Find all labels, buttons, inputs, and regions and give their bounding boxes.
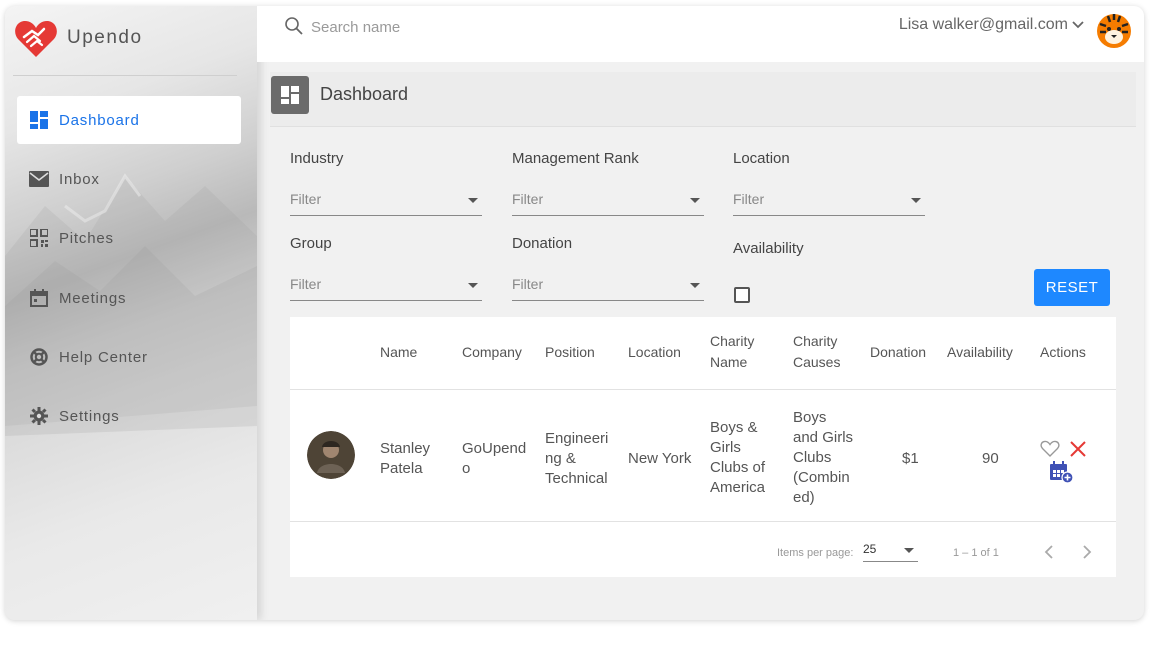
sidebar-item-inbox[interactable]: Inbox [17,155,241,203]
items-per-page-label: Items per page: [777,547,854,559]
chevron-left-icon [1044,545,1053,559]
sidebar-item-pitches[interactable]: Pitches [17,214,241,262]
page-title: Dashboard [320,84,409,104]
column-header-location[interactable]: Location [628,342,681,363]
management-rank-filter-placeholder: Filter [512,191,544,207]
sidebar-item-meetings[interactable]: Meetings [17,274,241,322]
column-header-position[interactable]: Position [545,342,595,363]
dropdown-arrow-icon [690,283,700,288]
user-menu[interactable]: Lisa walker@gmail.com [899,16,1084,34]
user-avatar[interactable] [1092,8,1136,52]
lifebuoy-icon [29,347,49,367]
items-per-page-value: 25 [863,542,877,556]
brand-name: Upendo [67,27,143,48]
column-header-charity-causes[interactable]: Charity Causes [793,331,840,373]
sidebar-item-help-center[interactable]: Help Center [17,333,241,381]
search-icon [285,17,303,35]
availability-filter-label: Availability [733,240,804,257]
schedule-meeting-calendar-icon[interactable] [1048,460,1074,484]
dashboard-icon [29,110,49,130]
cell-name: Stanley Patela [380,440,431,477]
industry-filter-label: Industry [290,150,344,167]
items-per-page-select[interactable]: 25 [863,541,918,562]
cell-charity-name: Boys & Girls Clubs of America [710,419,766,496]
header-divider [290,389,1116,390]
user-email: Lisa walker@gmail.com [898,16,1068,33]
availability-checkbox[interactable] [734,287,750,303]
column-header-actions: Actions [1040,344,1086,360]
tiger-avatar-icon [1093,9,1135,51]
industry-filter-placeholder: Filter [290,191,322,207]
chevron-right-icon [1083,545,1092,559]
industry-filter-select[interactable]: Filter [290,189,482,216]
management-rank-filter-label: Management Rank [512,150,639,167]
donation-filter-select[interactable]: Filter [512,274,704,301]
column-header-name[interactable]: Name [380,342,417,363]
location-filter-label: Location [733,150,790,167]
column-header-availability[interactable]: Availability [947,342,1013,363]
favorite-heart-icon[interactable] [1040,440,1060,458]
location-filter-select[interactable]: Filter [733,189,925,216]
sidebar-item-label: Settings [59,407,120,425]
chevron-down-icon [1072,21,1084,29]
dropdown-arrow-icon [911,198,921,203]
gear-icon [29,406,49,426]
donation-filter-placeholder: Filter [512,276,544,292]
next-page-button[interactable] [1077,542,1097,562]
donation-filter-label: Donation [512,235,573,252]
sidebar-item-label: Meetings [59,289,127,307]
column-header-charity-name[interactable]: Charity Name [710,331,754,373]
sidebar-item-settings[interactable]: Settings [17,392,241,440]
dropdown-arrow-icon [468,198,478,203]
dashboard-tile-icon [271,76,309,114]
group-filter-placeholder: Filter [290,276,322,292]
column-header-company[interactable]: Company [462,342,522,363]
group-filter-select[interactable]: Filter [290,274,482,301]
remove-close-icon[interactable] [1069,440,1087,458]
cell-availability: 90 [982,450,999,467]
location-filter-placeholder: Filter [733,191,765,207]
reset-button[interactable]: RESET [1034,269,1110,306]
sidebar-item-label: Dashboard [59,111,140,129]
cell-donation: $1 [902,450,919,467]
app-window: Upendo Dashboard Inbox Pitches Meetings … [5,6,1144,620]
dropdown-arrow-icon [468,283,478,288]
mail-icon [29,169,49,189]
brand[interactable]: Upendo [13,18,143,58]
cell-charity-causes: Boys and Girls Clubs (Combin ed) [793,409,854,506]
page-title-bar: Dashboard [270,72,1136,127]
sidebar-item-dashboard[interactable]: Dashboard [17,96,241,144]
upendo-heart-logo-icon [15,21,57,57]
dropdown-arrow-icon [690,198,700,203]
cell-position: Engineeri ng & Technical [545,430,609,487]
calendar-icon [29,288,49,308]
cell-location: New York [628,450,692,467]
results-table: Name Company Position Location Charity N… [290,317,1116,577]
sidebar-item-label: Inbox [59,170,100,188]
sidebar: Upendo Dashboard Inbox Pitches Meetings … [5,6,257,620]
search-input[interactable] [309,14,613,40]
management-rank-filter-select[interactable]: Filter [512,189,704,216]
sidebar-item-label: Help Center [59,348,148,366]
previous-page-button[interactable] [1039,542,1059,562]
dropdown-arrow-icon [904,548,914,553]
row-avatar [307,431,355,479]
top-header: Lisa walker@gmail.com [257,6,1144,62]
group-filter-label: Group [290,235,332,252]
row-divider [290,521,1116,522]
brand-divider [13,75,237,76]
pagination-range: 1 – 1 of 1 [953,547,999,559]
qr-code-icon [29,228,49,248]
column-header-donation[interactable]: Donation [870,342,926,363]
cell-company: GoUpend o [462,440,527,477]
sidebar-item-label: Pitches [59,229,114,247]
